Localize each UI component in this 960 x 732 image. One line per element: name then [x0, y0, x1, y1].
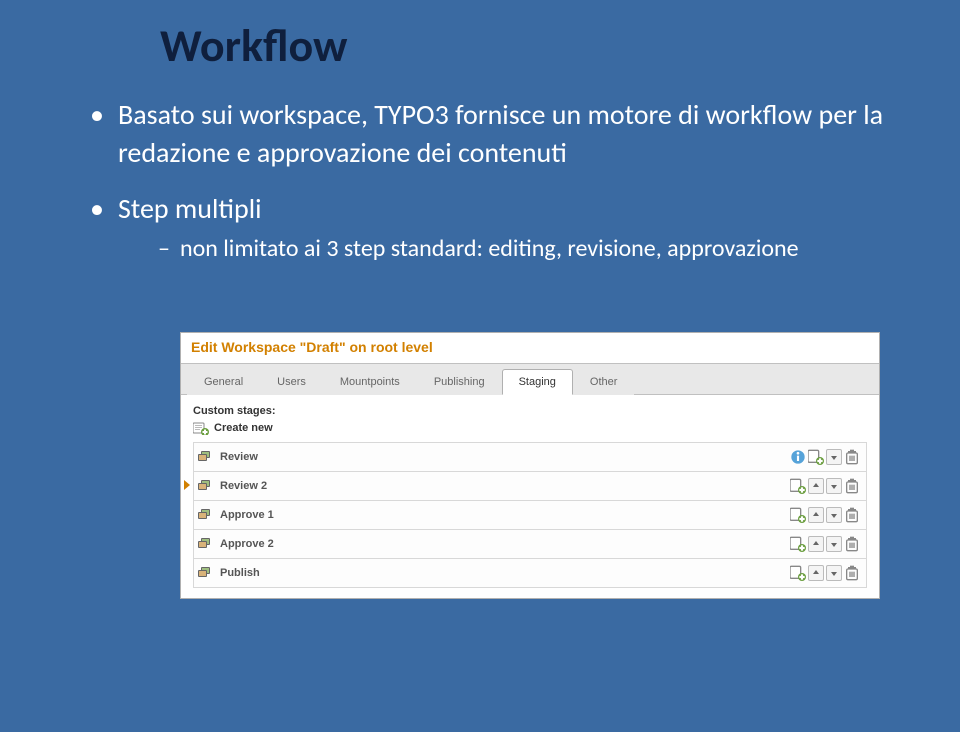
- sub-bullet: non limitato ai 3 step standard: editing…: [158, 233, 910, 264]
- stage-row[interactable]: Approve 1: [193, 500, 867, 530]
- tab-general[interactable]: General: [187, 369, 260, 395]
- move-down-button[interactable]: [826, 478, 842, 494]
- tab-bar: General Users Mountpoints Publishing Sta…: [181, 363, 879, 395]
- tab-mountpoints[interactable]: Mountpoints: [323, 369, 417, 395]
- stage-label: Review: [220, 451, 258, 463]
- panel-body: Custom stages: Create new Review Review 2…: [181, 395, 879, 598]
- create-new-label: Create new: [214, 422, 273, 434]
- move-up-button[interactable]: [808, 565, 824, 581]
- delete-icon[interactable]: [844, 536, 860, 552]
- panel-title: Edit Workspace "Draft" on root level: [181, 333, 879, 363]
- section-label: Custom stages:: [193, 405, 867, 417]
- stage-row[interactable]: Approve 2: [193, 529, 867, 559]
- create-new-button[interactable]: Create new: [193, 421, 867, 435]
- add-record-icon[interactable]: [790, 536, 806, 552]
- delete-icon[interactable]: [844, 507, 860, 523]
- stage-label: Publish: [220, 567, 260, 579]
- stage-row[interactable]: Review 2: [193, 471, 867, 501]
- tab-publishing[interactable]: Publishing: [417, 369, 502, 395]
- tab-other[interactable]: Other: [573, 369, 635, 395]
- move-up-button[interactable]: [808, 507, 824, 523]
- info-icon[interactable]: [790, 449, 806, 465]
- tab-users[interactable]: Users: [260, 369, 323, 395]
- add-record-icon[interactable]: [790, 507, 806, 523]
- stage-icon: [198, 478, 214, 494]
- stage-label: Approve 2: [220, 538, 274, 550]
- delete-icon[interactable]: [844, 449, 860, 465]
- stage-icon: [198, 507, 214, 523]
- workspace-panel: Edit Workspace "Draft" on root level Gen…: [180, 332, 880, 599]
- stage-icon: [198, 449, 214, 465]
- current-row-marker-icon: [184, 480, 190, 490]
- add-record-icon[interactable]: [790, 565, 806, 581]
- stage-row[interactable]: Publish: [193, 558, 867, 588]
- stage-icon: [198, 565, 214, 581]
- move-down-button[interactable]: [826, 507, 842, 523]
- delete-icon[interactable]: [844, 478, 860, 494]
- bullet-text: Step multipli: [118, 191, 262, 226]
- tab-staging[interactable]: Staging: [502, 369, 573, 395]
- stage-label: Approve 1: [220, 509, 274, 521]
- stage-label: Review 2: [220, 480, 267, 492]
- bullet-item: Step multipli non limitato ai 3 step sta…: [90, 190, 910, 265]
- move-down-button[interactable]: [826, 449, 842, 465]
- delete-icon[interactable]: [844, 565, 860, 581]
- stage-row[interactable]: Review: [193, 442, 867, 472]
- new-record-icon: [193, 421, 209, 435]
- bullet-list: Basato sui workspace, TYPO3 fornisce un …: [50, 96, 910, 265]
- bullet-item: Basato sui workspace, TYPO3 fornisce un …: [90, 96, 910, 172]
- move-down-button[interactable]: [826, 565, 842, 581]
- stage-icon: [198, 536, 214, 552]
- move-up-button[interactable]: [808, 536, 824, 552]
- move-down-button[interactable]: [826, 536, 842, 552]
- move-up-button[interactable]: [808, 478, 824, 494]
- slide-title: Workflow: [160, 18, 910, 74]
- add-record-icon[interactable]: [808, 449, 824, 465]
- add-record-icon[interactable]: [790, 478, 806, 494]
